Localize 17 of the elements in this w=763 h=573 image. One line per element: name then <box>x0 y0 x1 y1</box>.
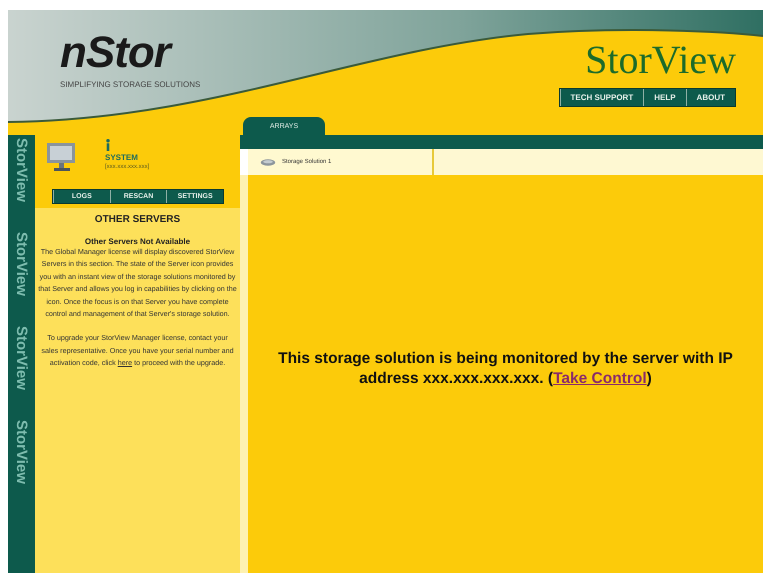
status-message: This storage solution is being monitored by the server with IP address xxx.xxx.xxx.xxx. (Take Control) <box>277 349 734 389</box>
take-control-link[interactable]: Take Control <box>553 370 647 387</box>
info-icon <box>105 139 111 151</box>
watermark-text: StorView <box>13 420 30 484</box>
nav-button[interactable]: HELP <box>643 89 686 106</box>
watermark-text: StorView <box>13 138 30 202</box>
storview-logo: StorView <box>585 40 736 80</box>
nstor-logo: nStor <box>60 28 200 78</box>
server-name: SYSTEM <box>105 153 138 162</box>
watermark-text: StorView <box>13 326 30 390</box>
notice-title: Other Servers Not Available <box>84 237 192 246</box>
watermark-text: StorView <box>13 232 30 296</box>
tagline: SIMPLIFYING STORAGE SOLUTIONS <box>60 80 200 89</box>
disk-icon <box>260 158 276 166</box>
section-title: OTHER SERVERS <box>94 214 182 225</box>
nav-button[interactable]: ABOUT <box>686 89 735 106</box>
nav-button[interactable]: TECH SUPPORT <box>560 89 644 106</box>
